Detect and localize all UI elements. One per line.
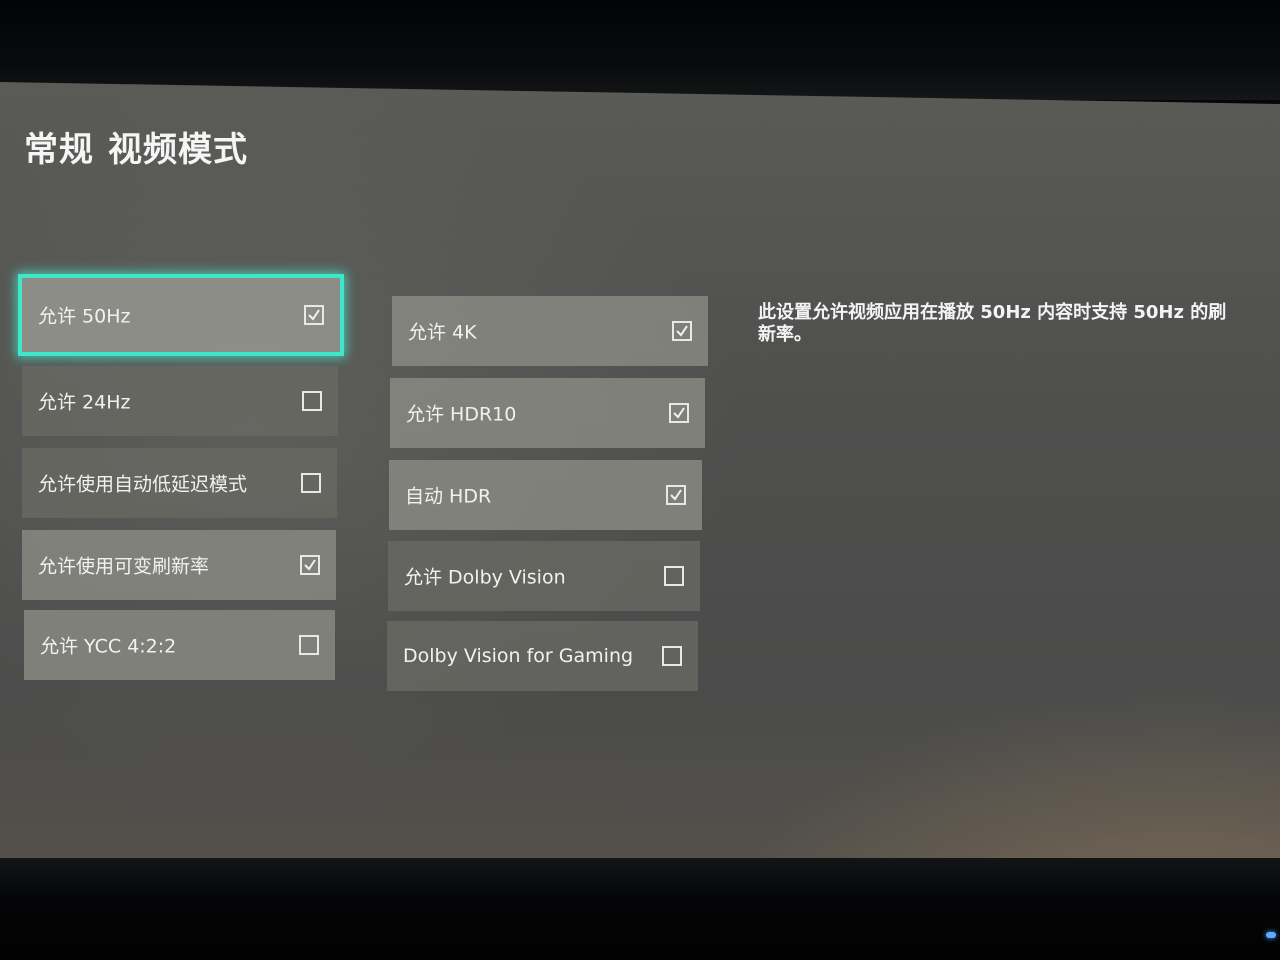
option-description: 此设置允许视频应用在播放 50Hz 内容时支持 50Hz 的刷新率。 bbox=[758, 302, 1227, 345]
monitor-bezel-bottom bbox=[0, 858, 1280, 960]
option-allow-dolby-vision[interactable]: 允许 Dolby Vision bbox=[388, 541, 700, 611]
option-label: 允许使用自动低延迟模式 bbox=[38, 473, 248, 496]
tv-screen: 常规 视频模式 允许 50Hz 允许 24Hz 允许使用自动低延迟模式 允许使用可… bbox=[0, 82, 1280, 882]
checkbox-unchecked-icon[interactable] bbox=[301, 473, 321, 493]
option-label: 允许 24Hz bbox=[38, 391, 131, 414]
option-allow-50hz[interactable]: 允许 50Hz bbox=[18, 274, 344, 356]
monitor-bezel-top bbox=[0, 0, 1280, 100]
checkbox-unchecked-icon[interactable] bbox=[302, 391, 322, 411]
option-auto-low-latency-mode[interactable]: 允许使用自动低延迟模式 bbox=[22, 448, 337, 518]
checkbox-checked-icon[interactable] bbox=[666, 485, 686, 505]
checkbox-checked-icon[interactable] bbox=[300, 555, 320, 575]
option-allow-4k[interactable]: 允许 4K bbox=[392, 296, 708, 366]
option-allow-24hz[interactable]: 允许 24Hz bbox=[22, 366, 338, 436]
option-variable-refresh-rate[interactable]: 允许使用可变刷新率 bbox=[22, 530, 336, 600]
option-label: 允许 4K bbox=[408, 321, 477, 344]
option-label: Dolby Vision for Gaming bbox=[403, 645, 634, 667]
option-allow-hdr10[interactable]: 允许 HDR10 bbox=[390, 378, 705, 448]
option-label: 允许 HDR10 bbox=[406, 403, 517, 426]
option-label: 允许 50Hz bbox=[38, 305, 131, 328]
option-label: 允许 Dolby Vision bbox=[404, 566, 566, 589]
checkbox-unchecked-icon[interactable] bbox=[299, 635, 319, 655]
checkbox-unchecked-icon[interactable] bbox=[664, 566, 684, 586]
page-title: 视频模式 bbox=[108, 130, 248, 170]
checkbox-unchecked-icon[interactable] bbox=[662, 646, 682, 666]
breadcrumb-section: 常规 bbox=[24, 130, 94, 170]
option-label: 自动 HDR bbox=[405, 485, 492, 508]
option-label: 允许使用可变刷新率 bbox=[38, 555, 210, 578]
option-label: 允许 YCC 4:2:2 bbox=[40, 635, 177, 658]
checkbox-checked-icon[interactable] bbox=[304, 305, 324, 325]
checkbox-checked-icon[interactable] bbox=[672, 321, 692, 341]
option-dolby-vision-for-gaming[interactable]: Dolby Vision for Gaming bbox=[387, 621, 698, 691]
breadcrumb: 常规 视频模式 bbox=[24, 122, 248, 171]
option-allow-ycc-422[interactable]: 允许 YCC 4:2:2 bbox=[24, 610, 335, 680]
power-indicator-light bbox=[1266, 932, 1276, 938]
option-auto-hdr[interactable]: 自动 HDR bbox=[389, 460, 702, 530]
checkbox-checked-icon[interactable] bbox=[669, 403, 689, 423]
